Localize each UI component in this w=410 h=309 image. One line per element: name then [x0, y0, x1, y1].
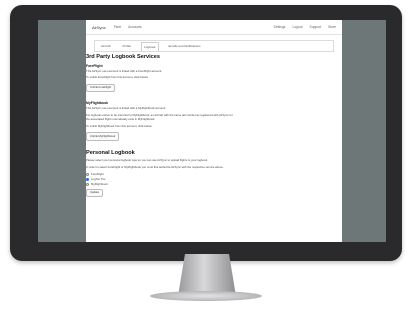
radio-button-selected[interactable] [86, 178, 89, 182]
radio-label: ForeFlight [91, 171, 104, 176]
monitor-stand [178, 254, 236, 296]
monitor: AirSync Fleet Accounts Settings Logout S… [10, 5, 402, 261]
unlink-foreflight-button[interactable]: Unlink ForeFlight [86, 84, 116, 93]
top-right-links: Settings Logout Support Store [274, 25, 336, 29]
radio-button[interactable] [86, 173, 89, 177]
personal-logbook-description: Please select your personal logbook type… [86, 158, 208, 163]
foreflight-unlink-hint: To unlink ForeFlight from this account, … [86, 75, 149, 80]
myflightbook-heading: MyFlightbook [86, 101, 109, 106]
nav-store[interactable]: Store [328, 25, 336, 29]
myflightbook-unlink-hint: To unlink MyFlightbook from this account… [86, 123, 153, 128]
nav-fleet[interactable]: Fleet [114, 25, 121, 29]
screen: AirSync Fleet Accounts Settings Logout S… [38, 20, 386, 242]
unlink-myflightbook-button[interactable]: Unlink MyFlightbook [86, 132, 120, 141]
tab-aircraft[interactable]: Aircraft [99, 42, 113, 50]
third-party-title: 3rd Party Logbook Services [86, 54, 160, 60]
update-button[interactable]: Update [86, 188, 104, 197]
monitor-stand-base [150, 291, 262, 301]
tab-logbook[interactable]: Logbook [141, 41, 159, 51]
nav-accounts[interactable]: Accounts [128, 25, 142, 29]
personal-logbook-note: In order to select ForeFlight or MyFligh… [86, 164, 224, 169]
radio-label: MyFlightbook [91, 181, 108, 186]
myflightbook-description: This AirSync user account is linked with… [86, 106, 167, 111]
logbook-option-logten-pro[interactable]: LogTen Pro [86, 176, 236, 182]
foreflight-description: This AirSync user account is linked with… [86, 68, 163, 73]
myflightbook-import-note: For logbook entries to be imported to My… [86, 113, 233, 121]
radio-button[interactable] [86, 182, 89, 186]
foreflight-heading: ForeFlight [86, 63, 103, 68]
tab-emails-notifications[interactable]: Emails and Notifications [167, 42, 203, 50]
logbook-option-foreflight[interactable]: ForeFlight [86, 171, 236, 177]
tab-profile[interactable]: Profile [121, 42, 134, 50]
nav-logout[interactable]: Logout [292, 25, 302, 29]
logbook-option-myflightbook[interactable]: MyFlightbook [86, 181, 236, 187]
logbook-content: 3rd Party Logbook Services ForeFlight Th… [86, 54, 236, 201]
brand-logo[interactable]: AirSync [92, 25, 106, 30]
personal-logbook-title: Personal Logbook [86, 149, 135, 156]
nav-settings[interactable]: Settings [274, 25, 286, 29]
nav-support[interactable]: Support [310, 25, 322, 29]
settings-tabs: Aircraft Profile Logbook Emails and Noti… [94, 40, 334, 52]
radio-label: LogTen Pro [91, 176, 106, 181]
top-navigation: AirSync Fleet Accounts Settings Logout S… [86, 20, 342, 35]
